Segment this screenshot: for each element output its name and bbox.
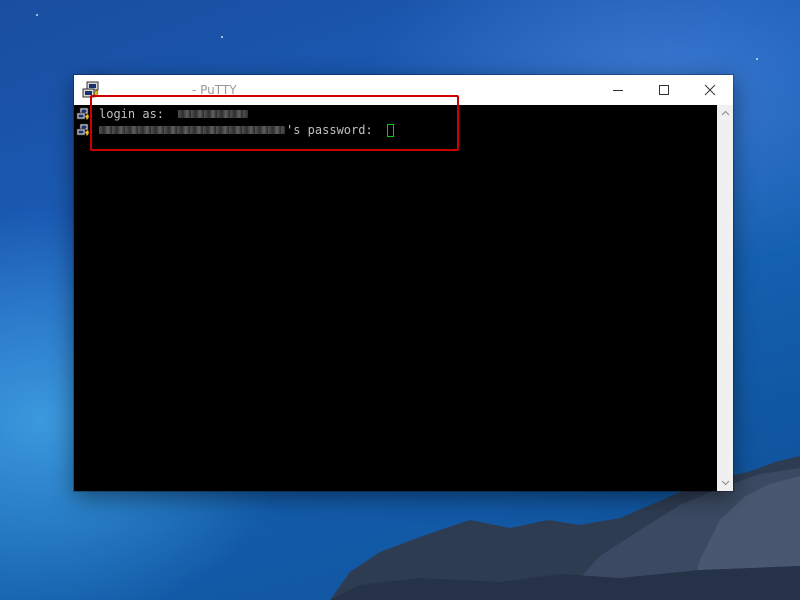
vertical-scrollbar[interactable] (717, 105, 733, 491)
close-button[interactable] (687, 75, 733, 105)
maximize-button[interactable] (641, 75, 687, 105)
chevron-down-icon (721, 480, 729, 486)
terminal-area[interactable]: login as: 's password: (74, 105, 717, 491)
close-icon (704, 84, 716, 96)
chevron-up-icon (721, 110, 729, 116)
minimize-button[interactable] (595, 75, 641, 105)
putty-line-icon (76, 107, 90, 121)
maximize-icon (659, 85, 669, 95)
minimize-icon (613, 90, 623, 91)
scroll-down-button[interactable] (717, 475, 733, 491)
highlight-annotation-box (90, 95, 459, 151)
scroll-up-button[interactable] (717, 105, 733, 121)
putty-line-icon (76, 123, 90, 137)
